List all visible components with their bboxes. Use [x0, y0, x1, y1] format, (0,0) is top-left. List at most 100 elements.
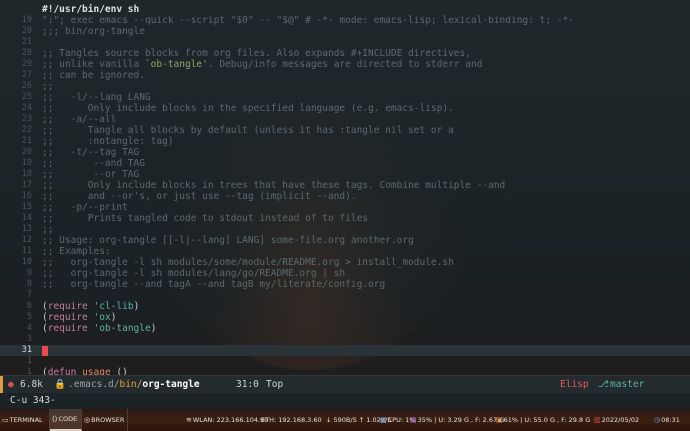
- line-number: 20: [21, 147, 32, 157]
- line-number: 22: [21, 125, 32, 135]
- line-number: 29: [21, 59, 32, 69]
- code-line[interactable]: 24 ;; Only include blocks in the specifie…: [0, 103, 690, 114]
- code-line[interactable]: 14 ;; Prints tangled code to stdout inste…: [0, 213, 690, 224]
- code-line[interactable]: 15 ;; -p/--print: [0, 202, 690, 213]
- code-line[interactable]: 3: [0, 334, 690, 345]
- line-code: ;; --or TAG: [42, 169, 139, 180]
- editor-buffer[interactable]: #!/usr/bin/env sh 19 ":"; exec emacs --qui…: [0, 0, 690, 375]
- desktop: #!/usr/bin/env sh 19 ":"; exec emacs --qui…: [0, 0, 690, 431]
- code-token: ;;: [42, 81, 54, 92]
- code-line[interactable]: 5 (require 'ox): [0, 312, 690, 323]
- clock-icon: ◷: [654, 416, 661, 424]
- code-line[interactable]: 27 ;; can be ignored.: [0, 70, 690, 81]
- code-line[interactable]: 11 ;; Examples:: [0, 246, 690, 257]
- path-prefix: .emacs.d/: [68, 379, 120, 390]
- code-line[interactable]: 7: [0, 290, 690, 301]
- code-token: ;; org-tangle -l sh modules/lang/go/READ…: [42, 268, 346, 279]
- disk-icon: ▣: [496, 416, 503, 424]
- code-line[interactable]: #!/usr/bin/env sh: [0, 4, 690, 15]
- line-number: 28: [21, 48, 32, 58]
- line-code: ;;: [42, 224, 53, 235]
- clock: ◷08:31: [654, 409, 680, 431]
- code-line[interactable]: 13;;: [0, 224, 690, 235]
- code-line[interactable]: 9 ;; org-tangle -l sh modules/lang/go/REA…: [0, 268, 690, 279]
- line-code: (defun usage (): [42, 367, 128, 375]
- wlan-status: ≋WLAN: 223.166.104.90: [186, 409, 268, 431]
- code-line[interactable]: 20 ;;; bin/org-tangle: [0, 26, 690, 37]
- code-line[interactable]: 22 ;; Tangle all blocks by default (unles…: [0, 125, 690, 136]
- eth-status: ETH: 192.168.3.60: [261, 416, 322, 424]
- taskbar: ▭TERMINAL ⟨⟩CODE ◎BROWSER ≋WLAN: 223.166…: [0, 409, 690, 431]
- major-mode[interactable]: Elisp: [560, 376, 589, 394]
- memory-icon: ▤: [410, 416, 417, 424]
- code-token: ;; Tangle all blocks by default (unless …: [42, 125, 454, 136]
- scroll-position: Top: [266, 379, 284, 390]
- workspace-code[interactable]: ⟨⟩CODE: [50, 409, 82, 431]
- text-cursor: [42, 346, 48, 356]
- line-code: (require 'ob-tangle): [42, 323, 156, 334]
- line-number: 21: [21, 37, 32, 47]
- workspace-browser[interactable]: ◎BROWSER: [82, 409, 128, 431]
- code-line[interactable]: 29 ;; unlike vanilla `ob-tangle'. Debug/i…: [0, 59, 690, 70]
- lock-icon: 🔒: [54, 379, 66, 390]
- file-path[interactable]: .emacs.d/bin/org-tangle: [68, 376, 200, 394]
- code-line[interactable]: 19 ":"; exec emacs --quick --script "$0" …: [0, 15, 690, 26]
- line-number: 25: [21, 92, 32, 102]
- path-dir: bin/: [119, 379, 143, 390]
- code-line[interactable]: 21 ;; :notangle: tag): [0, 136, 690, 147]
- code-line[interactable]: 21: [0, 37, 690, 48]
- line-code: ;; org-tangle --and tagA --and tagB my/l…: [42, 279, 385, 290]
- code-token: ;; -a/--all: [42, 114, 117, 125]
- code-line[interactable]: 16 ;; and --or's, or just use --tag (impl…: [0, 191, 690, 202]
- code-line[interactable]: 18 ;; --or TAG: [0, 169, 690, 180]
- code-line[interactable]: 17 ;; Only include blocks in trees that h…: [0, 180, 690, 191]
- line-code: ;; Usage: org-tangle [[-l|--lang] LANG] …: [42, 235, 414, 246]
- code-line[interactable]: 12 ;; Usage: org-tangle [[-l|--lang] LANG…: [0, 235, 690, 246]
- line-number: 20: [21, 26, 32, 36]
- code-token: (): [110, 367, 128, 375]
- code-line[interactable]: 26;;: [0, 81, 690, 92]
- file-size: 6.8k: [20, 379, 43, 390]
- disk-usage: ▣61% | U: 55.0 G , F: 29.8 G: [496, 409, 590, 431]
- line-number: 19: [21, 158, 32, 168]
- code-token: ;; and --or's, or just use --tag (implic…: [42, 191, 357, 202]
- line-number: 19: [21, 15, 32, 25]
- line-number: 24: [21, 103, 32, 113]
- code-line[interactable]: 10 ;; org-tangle -l sh modules/some/modul…: [0, 257, 690, 268]
- current-line[interactable]: 31: [0, 345, 690, 356]
- buffer-name: org-tangle: [142, 379, 200, 390]
- line-number: 26: [21, 81, 32, 91]
- code-line[interactable]: 1 (defun usage (): [0, 367, 690, 375]
- git-branch[interactable]: master: [610, 376, 644, 394]
- line-number: 5: [26, 312, 32, 322]
- line-code: (require 'ox): [42, 312, 116, 323]
- code-token: ;; org-tangle --and tagA --and tagB my/l…: [42, 279, 386, 290]
- line-number: 21: [21, 136, 32, 146]
- code-line[interactable]: 23 ;; -a/--all: [0, 114, 690, 125]
- code-line[interactable]: 6 (require 'cl-lib): [0, 301, 690, 312]
- line-number: 31: [21, 345, 32, 355]
- line-number: 6: [26, 301, 32, 311]
- code-line[interactable]: 8 ;; org-tangle --and tagA --and tagB my/…: [0, 279, 690, 290]
- code-line[interactable]: 4 (require 'ob-tangle): [0, 323, 690, 334]
- echo-area[interactable]: C-u 343-: [0, 393, 690, 409]
- code-line[interactable]: 19 ;; --and TAG: [0, 158, 690, 169]
- line-code: (require 'cl-lib): [42, 301, 139, 312]
- code-line[interactable]: 1: [0, 356, 690, 367]
- line-code: ;; -p/--print: [42, 202, 128, 213]
- line-number: 11: [21, 246, 32, 256]
- code-line[interactable]: 25 ;; -l/--lang LANG: [0, 92, 690, 103]
- code-token: ;; --or TAG: [42, 169, 140, 180]
- code-token: ;;: [42, 224, 54, 235]
- line-code: ;; Only include blocks in trees that hav…: [42, 180, 505, 191]
- code-token: ;; Usage: org-tangle [[-l|--lang] LANG] …: [42, 235, 414, 246]
- workspace-terminal[interactable]: ▭TERMINAL: [0, 409, 50, 431]
- code-token: ;; Only include blocks in trees that hav…: [42, 180, 506, 191]
- code-token: 'ox: [93, 312, 111, 323]
- code-line[interactable]: 20 ;; -t/--tag TAG: [0, 147, 690, 158]
- code-token: ;; :notangle: tag): [42, 136, 174, 147]
- line-code: ;; -t/--tag TAG: [42, 147, 139, 158]
- code-line[interactable]: 28 ;; Tangles source blocks from org file…: [0, 48, 690, 59]
- code-token: ;; -l/--lang LANG: [42, 92, 151, 103]
- code-token: . Debug/info messages are directed to st…: [207, 59, 483, 70]
